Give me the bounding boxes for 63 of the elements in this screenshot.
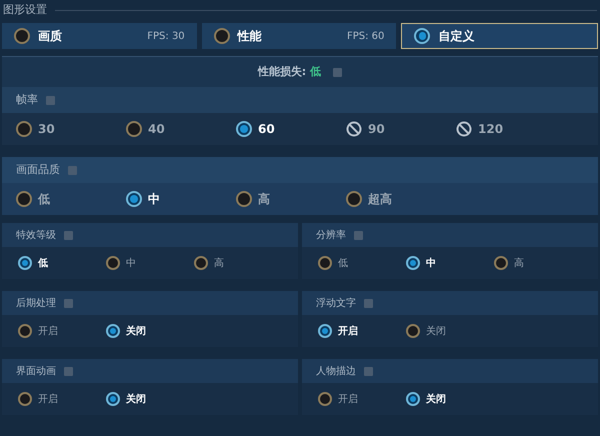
radio-button[interactable] [318,392,332,406]
option-label: 高 [214,256,224,270]
radio-button[interactable] [406,392,420,406]
setting-title: 浮动文字 [316,296,356,310]
option-label: 开启 [38,324,58,338]
radio-button[interactable] [126,191,142,207]
radio-button[interactable] [318,324,332,338]
option-label: 关闭 [126,392,146,406]
option-label: 低 [338,256,348,270]
radio-button[interactable] [318,256,332,270]
radio-button[interactable] [214,28,230,44]
radio-button[interactable] [18,256,32,270]
radio-button[interactable] [414,28,430,44]
option-label: 高 [258,191,270,208]
radio-button[interactable] [14,28,30,44]
option-label: 关闭 [126,324,146,338]
radio-button[interactable] [194,256,208,270]
option-label: 40 [148,121,165,138]
preset-tab[interactable]: 画质 FPS: 30 [2,23,197,49]
radio-button[interactable] [106,392,120,406]
fps-label: FPS: 60 [346,30,384,44]
fps-label: FPS: 30 [147,30,185,44]
setting-title: 界面动画 [16,364,56,378]
radio-button[interactable] [18,324,32,338]
preset-tab[interactable]: 性能 FPS: 60 [202,23,396,49]
radio-button[interactable] [16,121,32,137]
setting-title: 后期处理 [16,296,56,310]
radio-button[interactable] [126,121,142,137]
option-label: 低 [38,191,50,208]
radio-button[interactable] [106,256,120,270]
option-label: 中 [126,256,136,270]
radio-button[interactable] [406,324,420,338]
option-label: 高 [514,256,524,270]
setting-title: 分辨率 [316,228,346,242]
radio-button[interactable] [346,191,362,207]
option-label: 30 [38,121,55,138]
performance-loss-value: 低 [310,64,322,80]
option-label: 60 [258,121,275,138]
setting-title: 人物描边 [316,364,356,378]
option-label: 120 [478,121,504,138]
radio-button[interactable] [106,324,120,338]
performance-loss-label: 性能损失: [258,64,306,80]
option-label: 90 [368,121,385,138]
option-label: 低 [38,256,48,270]
radio-button[interactable] [16,191,32,207]
setting-title: 特效等级 [16,228,56,242]
option-label: 超高 [368,191,392,208]
setting-title: 画面品质 [16,162,60,178]
option-label: 关闭 [426,324,446,338]
option-label: 中 [426,256,436,270]
option-label: 开启 [338,392,358,406]
radio-button[interactable] [406,256,420,270]
radio-button[interactable] [18,392,32,406]
radio-button[interactable] [236,121,252,137]
radio-button[interactable] [494,256,508,270]
option-label: 关闭 [426,392,446,406]
preset-tab[interactable]: 自定义 [401,23,598,49]
option-label: 中 [148,191,160,208]
option-label: 开启 [338,324,358,338]
setting-title: 帧率 [16,92,38,108]
option-label: 开启 [38,392,58,406]
section-title: 图形设置 [3,2,47,18]
radio-button[interactable] [236,191,252,207]
